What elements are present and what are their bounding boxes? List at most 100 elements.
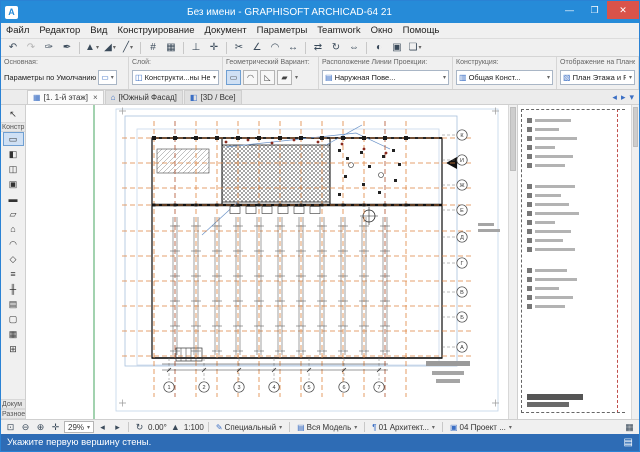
zoom-level-dropdown[interactable]: 29%▾ xyxy=(64,421,94,433)
undo-icon[interactable]: ↶ xyxy=(5,40,21,55)
toolbar-separator xyxy=(140,42,141,54)
snap-grid-icon[interactable]: # xyxy=(145,40,161,55)
reference-line-dropdown[interactable]: ▤Наружная Пове...▾ xyxy=(322,70,449,85)
arrow-tool[interactable]: ↖ xyxy=(3,107,24,121)
tab-3d-all-icon: ◧ xyxy=(190,93,198,102)
mesh-tool[interactable]: ▦ xyxy=(3,327,24,341)
window-tool[interactable]: ◫ xyxy=(3,162,24,176)
layer-dropdown[interactable]: ◫Конструкти...ны Несущие▾ xyxy=(132,70,219,85)
shell-tool[interactable]: ◠ xyxy=(3,237,24,251)
menu-design[interactable]: Конструирование xyxy=(112,23,199,39)
orientation-icon[interactable]: ↻ xyxy=(133,421,146,434)
redo-icon[interactable]: ↷ xyxy=(23,40,39,55)
drawing-canvas[interactable]: КИЖЕДГВБА1234567 xyxy=(26,105,508,419)
tab-scroll-left-icon[interactable]: ◂ xyxy=(612,92,617,103)
menu-file[interactable]: Файл xyxy=(1,23,34,39)
panel-group xyxy=(527,266,614,311)
dropdown-arrow-icon: ▾ xyxy=(509,424,512,431)
gravity-icon[interactable]: ⊥ xyxy=(188,40,204,55)
layout-book-icon[interactable]: ▦ xyxy=(623,421,636,434)
layer-combination-option[interactable]: ¶01 Архитект...▾ xyxy=(369,421,438,434)
3d-view-icon[interactable]: ◐ xyxy=(371,40,387,55)
menu-window[interactable]: Окно xyxy=(366,23,398,39)
infobox-section-0: Основная:Параметры по Умолчанию▭▾ xyxy=(1,57,129,89)
railing-tool[interactable]: ╫ xyxy=(3,282,24,296)
tab-3d-all[interactable]: ◧[3D / Все] xyxy=(184,90,242,104)
resize-icon[interactable]: ↔ xyxy=(285,40,301,55)
tab-close-icon[interactable]: × xyxy=(93,93,98,102)
menu-help[interactable]: Помощь xyxy=(398,23,445,39)
wall-settings-dropdown[interactable]: ▭▾ xyxy=(98,70,117,85)
pick-up-parameters-icon[interactable]: ✑ xyxy=(41,40,57,55)
panel-item-text-bar xyxy=(535,194,561,197)
menu-document[interactable]: Документ xyxy=(199,23,251,39)
slab-tool[interactable]: ▱ xyxy=(3,207,24,221)
menu-edit[interactable]: Редактор xyxy=(34,23,85,39)
pan-icon[interactable]: ✛ xyxy=(49,421,62,434)
structure-filter-option[interactable]: ▤Вся Модель▾ xyxy=(294,421,360,434)
panel-item-text-bar xyxy=(535,128,559,131)
tab-first-floor[interactable]: ▦[1. 1-й этаж]× xyxy=(27,90,104,104)
geometry-polygon-toggle[interactable]: ▰ xyxy=(277,70,292,85)
rotate-icon[interactable]: ↻ xyxy=(328,40,344,55)
tab-menu-icon[interactable]: ▾ xyxy=(629,92,634,103)
menu-options[interactable]: Параметры xyxy=(252,23,313,39)
arrow-tool-toggle-icon[interactable]: ▲▾ xyxy=(84,40,100,55)
mirror-icon[interactable]: ⇔ xyxy=(346,40,362,55)
object-tool[interactable]: ⊞ xyxy=(3,342,24,356)
tab-scroll-right-icon[interactable]: ▸ xyxy=(621,92,626,103)
column-tool[interactable]: ▣ xyxy=(3,177,24,191)
wall-tool[interactable]: ▭ xyxy=(3,132,24,146)
panel-scrollbar-thumb[interactable] xyxy=(633,107,638,147)
infobox-section-2: Геометрический Вариант:▭◠◺▰▾ xyxy=(223,57,319,89)
fillet-icon[interactable]: ◠ xyxy=(267,40,283,55)
preview-panel[interactable] xyxy=(517,105,631,419)
title-block-bar xyxy=(527,402,569,407)
geometry-trapezoid-toggle[interactable]: ◺ xyxy=(260,70,275,85)
maximize-button[interactable]: ❐ xyxy=(582,1,607,19)
trim-icon[interactable]: ✂ xyxy=(231,40,247,55)
quick-option-label: Вся Модель xyxy=(307,423,352,432)
zoom-in-icon[interactable]: ⊕ xyxy=(34,421,47,434)
floor-plan-display-dropdown[interactable]: ▧План Этажа и Разрез▾ xyxy=(560,70,635,85)
pen-set-option[interactable]: ✎Специальный▾ xyxy=(213,421,285,434)
cursor-snap-icon[interactable]: ✛ xyxy=(206,40,222,55)
zoom-previous-icon[interactable]: ◂ xyxy=(96,421,109,434)
zoom-fit-icon[interactable]: ⊡ xyxy=(4,421,17,434)
guide-lines-icon[interactable]: ╱▾ xyxy=(120,40,136,55)
story-up-icon[interactable]: ▲ xyxy=(169,421,182,434)
panel-scrollbar[interactable] xyxy=(631,105,639,419)
inject-parameters-icon[interactable]: ✒ xyxy=(59,40,75,55)
scrollbar-thumb[interactable] xyxy=(510,107,516,171)
close-button[interactable]: ✕ xyxy=(607,1,639,19)
structure-dropdown[interactable]: ▥Общая Конст...▾ xyxy=(456,70,553,85)
snap-guides-icon[interactable]: ▦ xyxy=(163,40,179,55)
panel-row xyxy=(527,236,614,245)
zone-tool[interactable]: ▢ xyxy=(3,312,24,326)
stair-tool[interactable]: ≡ xyxy=(3,267,24,281)
infobox-section-control: ▥Общая Конст...▾ xyxy=(456,68,553,87)
menu-teamwork[interactable]: Teamwork xyxy=(312,23,365,39)
geometry-curved-toggle[interactable]: ◠ xyxy=(243,70,258,85)
curtain-wall-tool[interactable]: ▤ xyxy=(3,297,24,311)
move-icon[interactable]: ⇄ xyxy=(310,40,326,55)
door-tool[interactable]: ◧ xyxy=(3,147,24,161)
tab-south-elevation[interactable]: ⌂[Южный Фасад] xyxy=(105,90,183,104)
publisher-icon[interactable]: ▣ xyxy=(389,40,405,55)
geometry-straight-toggle[interactable]: ▭ xyxy=(226,70,241,85)
minimize-button[interactable]: — xyxy=(557,1,582,19)
roof-tool[interactable]: ⌂ xyxy=(3,222,24,236)
beam-tool[interactable]: ▬ xyxy=(3,192,24,206)
morph-tool[interactable]: ◇ xyxy=(3,252,24,266)
canvas-vertical-scrollbar[interactable] xyxy=(508,105,517,419)
zoom-out-icon[interactable]: ⊖ xyxy=(19,421,32,434)
titlebar[interactable]: A Без имени - GRAPHISOFT ARCHICAD-64 21 … xyxy=(1,1,639,23)
status-page-icon[interactable]: ▤ xyxy=(624,437,633,448)
zoom-next-icon[interactable]: ▸ xyxy=(111,421,124,434)
marquee-toggle-icon[interactable]: ◢▾ xyxy=(102,40,118,55)
pen-set-option-icon: ✎ xyxy=(216,423,223,432)
organizer-icon[interactable]: ❏▾ xyxy=(407,40,423,55)
dimension-style-option[interactable]: ▣04 Проект ...▾ xyxy=(447,421,515,434)
menu-view[interactable]: Вид xyxy=(85,23,112,39)
split-icon[interactable]: ∠ xyxy=(249,40,265,55)
